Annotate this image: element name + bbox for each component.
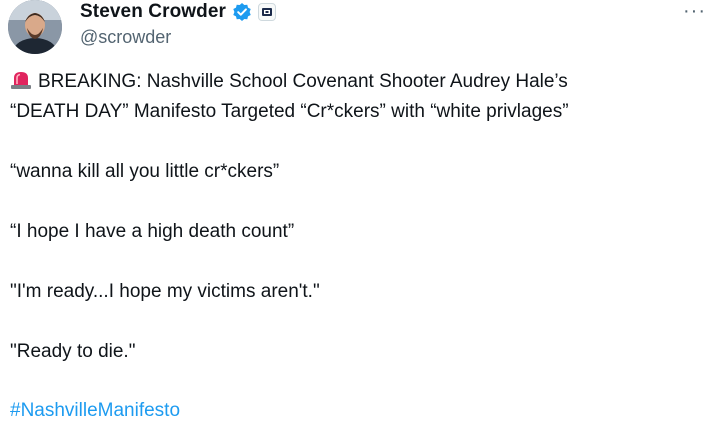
tweet-quote-2: “I hope I have a high death count” <box>10 221 295 242</box>
avatar[interactable] <box>8 0 62 54</box>
affiliate-badge-icon[interactable] <box>258 3 277 21</box>
tweet-quote-3: "I'm ready...I hope my victims aren't." <box>10 281 320 302</box>
tweet-line-1: BREAKING: Nashville School Covenant Shoo… <box>10 70 568 94</box>
tweet-header: Steven Crowder @scrowder ··· <box>8 0 720 60</box>
tweet-card: Steven Crowder @scrowder ··· BREAKING: N… <box>0 0 720 439</box>
siren-emoji-icon <box>10 70 32 90</box>
user-handle[interactable]: @scrowder <box>80 27 171 48</box>
display-name-row: Steven Crowder <box>80 0 277 24</box>
display-name[interactable]: Steven Crowder <box>80 1 226 23</box>
verified-badge-icon[interactable] <box>232 2 252 22</box>
tweet-quote-4: "Ready to die." <box>10 341 136 362</box>
more-options-icon[interactable]: ··· <box>683 1 706 21</box>
tweet-quote-1: “wanna kill all you little cr*ckers” <box>10 161 280 182</box>
hashtag-link[interactable]: #NashvilleManifesto <box>10 399 180 423</box>
tweet-text-line-1: BREAKING: Nashville School Covenant Shoo… <box>38 71 568 92</box>
tweet-text-line-2: “DEATH DAY” Manifesto Targeted “Cr*ckers… <box>10 101 569 122</box>
